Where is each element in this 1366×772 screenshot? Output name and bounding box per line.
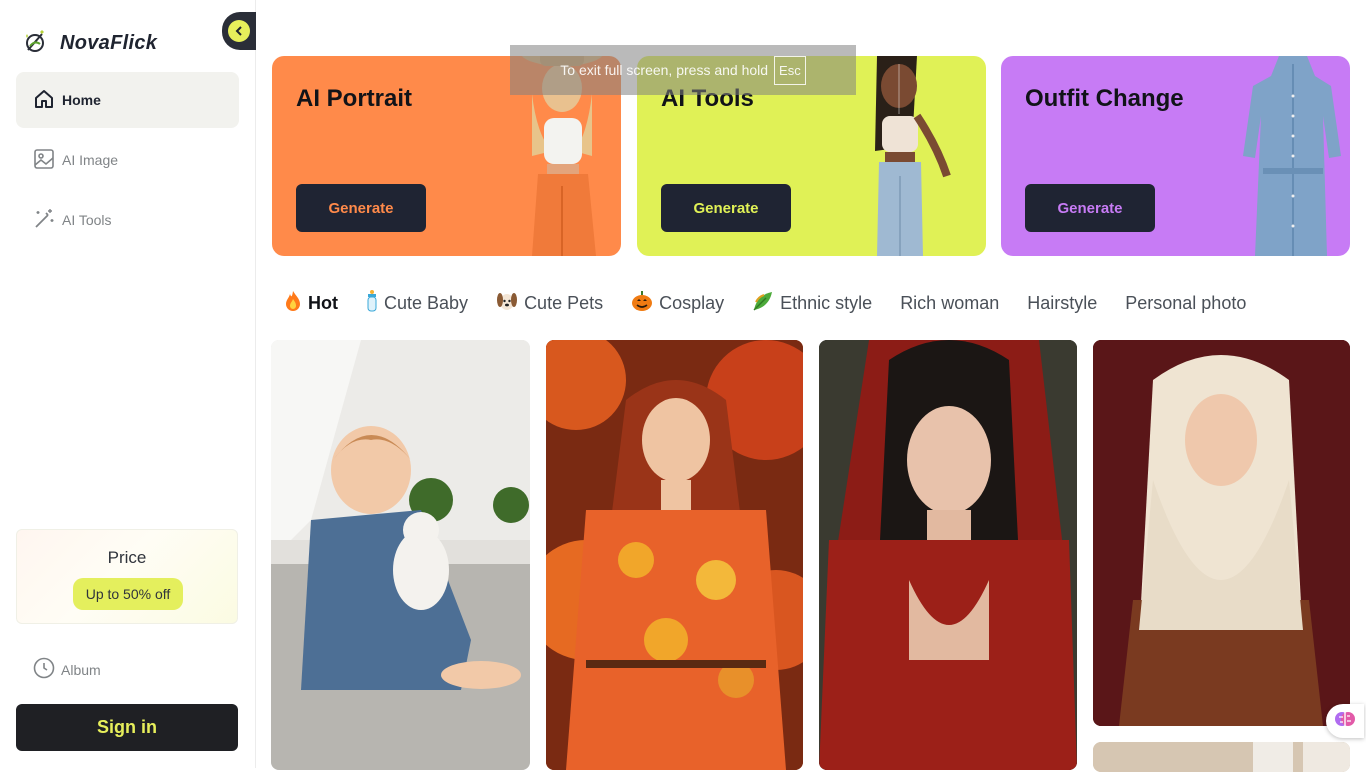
sidebar-collapse-button[interactable] [222,12,256,50]
baby-photo [271,340,530,770]
album-link[interactable]: Album [32,656,101,683]
brain-icon [1334,708,1356,735]
tab-hot[interactable]: Hot [284,290,338,317]
nav-item-home[interactable]: Home [16,72,239,128]
nav-item-ai-tools[interactable]: AI Tools [16,192,239,248]
toast-message: To exit full screen, press and hold [560,62,769,78]
album-label: Album [61,661,101,678]
generate-button-ai-tools[interactable]: Generate [661,184,791,232]
tab-label-cosplay: Cosplay [659,293,725,313]
toast-key: Esc [774,55,806,85]
autumn-woman-photo [546,340,803,770]
dog-icon [496,290,518,317]
hijab-woman-photo [1093,340,1350,726]
fullscreen-exit-toast: To exit full screen, press and hold Esc [510,45,856,95]
fire-icon [284,290,302,317]
gallery-item-autumn-woman[interactable] [546,340,803,770]
tools-model-art [875,56,951,256]
red-hood-woman-photo [819,340,1077,770]
tab-rich-woman[interactable]: Rich woman [900,293,999,314]
generate-button-ai-portrait[interactable]: Generate [296,184,426,232]
tab-hairstyle[interactable]: Hairstyle [1027,293,1097,314]
baby-bottle-icon [366,290,378,317]
logo-icon [22,28,48,59]
tab-label-cute-baby: Cute Baby [384,293,469,313]
price-card[interactable]: Price Up to 50% off [16,529,238,624]
card-outfit-change[interactable]: Outfit Change Generate [1001,56,1350,256]
logo-text: NovaFlick [60,32,158,54]
category-tabs: Hot Cute Baby Cute Pets Cosplay Ethnic s… [284,290,1246,317]
tab-cute-baby[interactable]: Cute Baby [366,290,468,317]
clock-icon [32,656,56,683]
sidebar: NovaFlick Home AI Image AI Tools Price U… [0,0,256,768]
gallery-item-hijab-woman[interactable] [1093,340,1350,726]
home-icon [32,87,56,114]
chevron-left-icon [228,20,250,42]
tab-label-hot: Hot [308,293,338,313]
gallery-item-baby[interactable] [271,340,530,770]
tab-ethnic-style[interactable]: Ethnic style [752,290,872,317]
nav-item-ai-image[interactable]: AI Image [16,132,239,188]
tab-personal-photo[interactable]: Personal photo [1125,293,1246,314]
tab-label-hairstyle: Hairstyle [1027,293,1098,313]
tab-cosplay[interactable]: Cosplay [631,290,724,317]
nav-label-home: Home [62,92,101,108]
logo[interactable]: NovaFlick [22,28,157,59]
tab-label-cute-pets: Cute Pets [524,293,604,313]
tab-label-personal-photo: Personal photo [1125,293,1247,313]
pumpkin-icon [631,290,653,317]
price-title: Price [107,548,147,567]
leaf-icon [752,290,774,317]
card-title-ai-portrait: AI Portrait [296,85,413,112]
denim-dress-art [1243,56,1341,256]
tab-label-ethnic-style: Ethnic style [780,293,873,313]
gallery-item-red-hood-woman[interactable] [819,340,1077,770]
discount-badge[interactable]: Up to 50% off [73,578,183,610]
image-icon [32,147,56,174]
sign-in-button[interactable]: Sign in [16,704,238,751]
nav-label-ai-tools: AI Tools [62,212,112,228]
tab-cute-pets[interactable]: Cute Pets [496,290,603,317]
assistant-button[interactable] [1326,704,1364,738]
nav-label-ai-image: AI Image [62,152,119,168]
magic-wand-icon [32,207,56,234]
tab-label-rich-woman: Rich woman [900,293,1000,313]
generate-button-outfit-change[interactable]: Generate [1025,184,1155,232]
card-title-outfit-change: Outfit Change [1025,85,1184,112]
